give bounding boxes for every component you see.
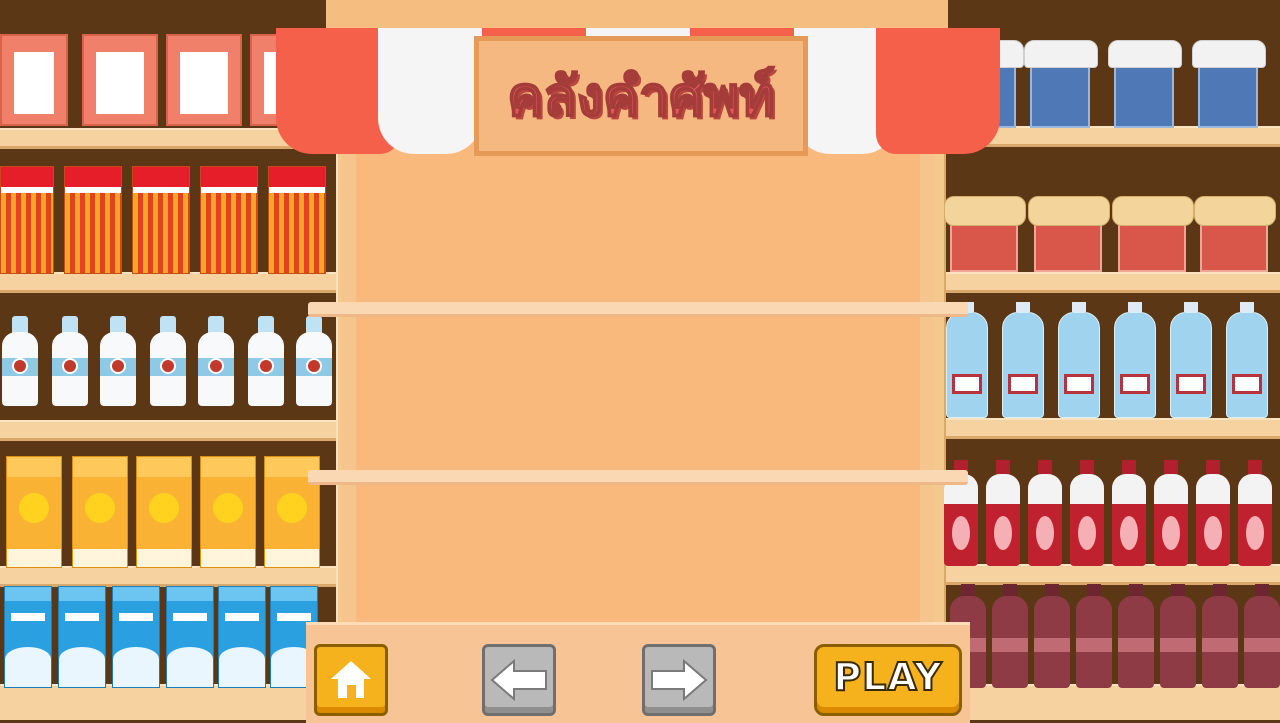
product-soda-bottle — [986, 460, 1020, 566]
product-jar — [1024, 40, 1098, 128]
awning-stripe — [876, 28, 1000, 154]
arrow-left-icon — [490, 659, 547, 701]
product-milk-carton — [166, 586, 214, 688]
product-juice-carton — [136, 456, 192, 568]
shelf-plank — [930, 418, 1280, 439]
next-button[interactable] — [642, 644, 716, 716]
product-milk-bottle — [296, 316, 332, 406]
product-cola-bottle — [1034, 584, 1070, 688]
product-candy-box — [64, 166, 122, 274]
product-milk-carton — [4, 586, 52, 688]
product-juice-carton — [6, 456, 62, 568]
product-candy-box — [200, 166, 258, 274]
product-water-bottle — [1058, 302, 1100, 418]
product-soda-bottle — [1238, 460, 1272, 566]
home-button[interactable] — [314, 644, 388, 716]
product-milk-bottle — [248, 316, 284, 406]
product-candy-box — [0, 166, 54, 274]
product-soda-bottle — [1112, 460, 1146, 566]
product-box — [82, 34, 158, 126]
page-title: คลังคำศัพท์ — [506, 64, 775, 129]
product-juice-carton — [200, 456, 256, 568]
product-water-bottle — [1170, 302, 1212, 418]
product-jam-jar — [1028, 196, 1110, 272]
product-milk-carton — [58, 586, 106, 688]
shelf-plank — [0, 272, 350, 293]
product-cola-bottle — [1202, 584, 1238, 688]
product-milk-bottle — [198, 316, 234, 406]
play-label: PLAY — [832, 654, 943, 700]
booth-shelf — [308, 302, 968, 317]
product-jam-jar — [1112, 196, 1194, 272]
product-soda-bottle — [1196, 460, 1230, 566]
booth-shelf — [308, 470, 968, 485]
arrow-right-icon — [651, 659, 708, 701]
product-cola-bottle — [1244, 584, 1280, 688]
product-milk-carton — [218, 586, 266, 688]
play-button[interactable]: PLAY — [814, 644, 962, 716]
awning-stripe — [378, 28, 482, 154]
product-water-bottle — [1226, 302, 1268, 418]
product-milk-bottle — [150, 316, 186, 406]
product-box — [0, 34, 68, 126]
product-jar — [1108, 40, 1182, 128]
product-water-bottle — [1114, 302, 1156, 418]
shelf-plank — [930, 684, 1280, 720]
product-cola-bottle — [1160, 584, 1196, 688]
product-jar — [1192, 40, 1266, 128]
product-milk-carton — [112, 586, 160, 688]
awning-bar — [326, 0, 948, 30]
shelf-plank — [930, 564, 1280, 585]
home-icon — [331, 661, 371, 698]
product-milk-bottle — [52, 316, 88, 406]
product-juice-carton — [72, 456, 128, 568]
product-cola-bottle — [992, 584, 1028, 688]
product-cola-bottle — [1118, 584, 1154, 688]
product-water-bottle — [946, 302, 988, 418]
shelf-plank — [0, 684, 350, 720]
product-candy-box — [268, 166, 326, 274]
shelf-plank — [930, 272, 1280, 293]
product-milk-bottle — [2, 316, 38, 406]
product-candy-box — [132, 166, 190, 274]
product-water-bottle — [1002, 302, 1044, 418]
product-jam-jar — [1194, 196, 1276, 272]
prev-button[interactable] — [482, 644, 556, 716]
shelf-plank — [0, 420, 350, 441]
product-milk-bottle — [100, 316, 136, 406]
product-soda-bottle — [1154, 460, 1188, 566]
product-jam-jar — [944, 196, 1026, 272]
shelf-plank — [0, 566, 350, 587]
product-cola-bottle — [1076, 584, 1112, 688]
product-soda-bottle — [1028, 460, 1062, 566]
title-sign: คลังคำศัพท์ — [474, 36, 808, 156]
product-box — [166, 34, 242, 126]
product-soda-bottle — [1070, 460, 1104, 566]
